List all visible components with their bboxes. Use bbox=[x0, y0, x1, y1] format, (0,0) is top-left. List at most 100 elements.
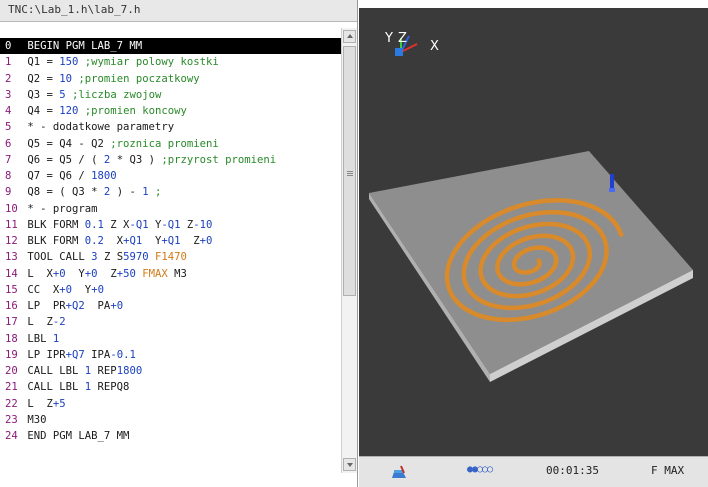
code-line[interactable]: 23 M30 bbox=[0, 412, 341, 428]
code-token: 120 bbox=[59, 105, 79, 117]
code-token: 1 bbox=[52, 332, 60, 345]
code-line[interactable]: 10 * - program bbox=[0, 201, 341, 217]
code-line[interactable]: 7 Q6 = Q5 / ( 2 * Q3 ) ;przyrost promien… bbox=[0, 152, 341, 168]
program-editor-panel: TNC:\Lab_1.h\lab_7.h 0 BEGIN PGM LAB_7 M… bbox=[0, 0, 358, 487]
feed-mode: F MAX bbox=[651, 464, 685, 477]
code-token: Q8 = ( Q3 * bbox=[21, 186, 104, 199]
line-number: 4 bbox=[5, 105, 12, 117]
code-line[interactable]: 24 END PGM LAB_7 MM bbox=[0, 428, 341, 444]
code-line[interactable]: 11 BLK FORM 0.1 Z X-Q1 Y-Q1 Z-10 bbox=[0, 217, 341, 233]
code-token: FMAX bbox=[135, 267, 168, 280]
code-token: L Z bbox=[21, 316, 53, 329]
code-token: BLK FORM bbox=[21, 218, 85, 231]
code-line[interactable]: 8 Q7 = Q6 / 1800 bbox=[0, 168, 341, 184]
code-token: Z bbox=[180, 235, 200, 247]
axis-label-z: Z bbox=[398, 31, 407, 46]
code-token: Q5 = Q4 - Q2 bbox=[21, 137, 111, 150]
code-line[interactable]: 14 L X+0 Y+0 Z+50 FMAX M3 bbox=[0, 266, 341, 282]
line-number: 12 bbox=[5, 235, 18, 247]
scrollbar-grip-icon bbox=[347, 171, 353, 172]
code-line[interactable]: 9 Q8 = ( Q3 * 2 ) - 1 ; bbox=[0, 184, 341, 200]
code-token: Z X bbox=[103, 218, 130, 231]
code-token: +Q7 bbox=[65, 348, 85, 361]
code-token: -2 bbox=[52, 316, 66, 329]
code-token: ) - bbox=[110, 186, 143, 199]
code-line[interactable]: 5 * - dodatkowe parametry bbox=[0, 119, 341, 135]
code-token: Q4 = bbox=[21, 105, 60, 117]
code-token: CALL LBL bbox=[21, 381, 85, 394]
simulation-tool-icon[interactable] bbox=[391, 465, 407, 479]
code-token: -0.1 bbox=[110, 348, 136, 361]
line-number: 6 bbox=[5, 137, 12, 150]
code-line[interactable]: 21 CALL LBL 1 REPQ8 bbox=[0, 379, 341, 395]
code-token: 0.1 bbox=[84, 218, 104, 231]
line-number: 22 bbox=[5, 397, 18, 410]
code-token: 10 bbox=[59, 72, 73, 85]
code-line[interactable]: 15 CC X+0 Y+0 bbox=[0, 282, 341, 298]
code-token: +Q2 bbox=[65, 300, 85, 312]
code-token: Z bbox=[97, 267, 117, 280]
code-token: 1800 bbox=[91, 170, 117, 182]
code-token: Y bbox=[142, 235, 162, 247]
line-number: 7 bbox=[5, 153, 12, 166]
scroll-down-arrow-icon[interactable] bbox=[343, 458, 356, 471]
code-line[interactable]: 4 Q4 = 120 ;promien koncowy bbox=[0, 103, 341, 119]
code-token: L Z bbox=[21, 397, 53, 410]
line-number: 17 bbox=[5, 316, 18, 329]
code-line[interactable]: 22 L Z+5 bbox=[0, 396, 341, 412]
code-token: LP PR bbox=[21, 300, 66, 312]
code-token: END PGM LAB_7 MM bbox=[21, 430, 130, 442]
code-token: Q1 = bbox=[21, 56, 60, 69]
line-number: 20 bbox=[5, 365, 18, 377]
code-token: CC X bbox=[21, 283, 60, 296]
code-line[interactable]: 20 CALL LBL 1 REP1800 bbox=[0, 363, 341, 379]
simulation-3d-viewport[interactable]: Y Z X bbox=[359, 8, 708, 456]
code-token: Q6 = Q5 / ( bbox=[21, 153, 104, 166]
code-token: X bbox=[103, 235, 124, 247]
file-path-bar: TNC:\Lab_1.h\lab_7.h bbox=[0, 0, 357, 22]
code-line[interactable]: 6 Q5 = Q4 - Q2 ;roznica promieni bbox=[0, 136, 341, 152]
scrollbar-thumb[interactable] bbox=[343, 46, 356, 296]
viewport-top-margin bbox=[358, 0, 708, 8]
code-token: +50 bbox=[116, 267, 136, 280]
code-token: Q2 = bbox=[21, 72, 60, 85]
editor-scrollbar[interactable] bbox=[341, 28, 357, 473]
code-line[interactable]: 12 BLK FORM 0.2 X+Q1 Y+Q1 Z+0 bbox=[0, 233, 341, 249]
code-token: TOOL CALL bbox=[21, 251, 92, 264]
line-number: 11 bbox=[5, 218, 18, 231]
code-token: ;promien poczatkowy bbox=[72, 72, 200, 85]
code-token: * - program bbox=[21, 202, 98, 215]
code-line[interactable]: 2 Q2 = 10 ;promien poczatkowy bbox=[0, 71, 341, 87]
line-number: 18 bbox=[5, 332, 18, 345]
code-token: IPA bbox=[84, 348, 111, 361]
line-number: 13 bbox=[5, 251, 18, 264]
code-line[interactable]: 3 Q3 = 5 ;liczba zwojow bbox=[0, 87, 341, 103]
line-number: 24 bbox=[5, 430, 18, 442]
code-line[interactable]: 13 TOOL CALL 3 Z S5970 F1470 bbox=[0, 249, 341, 265]
code-line[interactable]: 1 Q1 = 150 ;wymiar polowy kostki bbox=[0, 54, 341, 70]
line-number: 3 bbox=[5, 88, 12, 101]
code-line[interactable]: 0 BEGIN PGM LAB_7 MM bbox=[0, 38, 341, 55]
code-token: Y bbox=[148, 218, 162, 231]
scroll-up-arrow-icon[interactable] bbox=[343, 30, 356, 43]
code-line[interactable]: 17 L Z-2 bbox=[0, 314, 341, 330]
code-token: BLK FORM bbox=[21, 235, 85, 247]
code-token: REPQ8 bbox=[91, 381, 130, 394]
code-line[interactable]: 19 LP IPR+Q7 IPA-0.1 bbox=[0, 347, 341, 363]
code-token: +0 bbox=[110, 300, 124, 312]
code-token: +Q1 bbox=[123, 235, 143, 247]
code-token: ; bbox=[148, 186, 162, 199]
code-token: 1800 bbox=[116, 365, 143, 377]
line-number: 8 bbox=[5, 170, 12, 182]
progress-dots-indicator: ●●○○○ bbox=[467, 464, 493, 475]
code-token: +Q1 bbox=[161, 235, 181, 247]
code-token: +0 bbox=[199, 235, 213, 247]
code-line[interactable]: 18 LBL 1 bbox=[0, 331, 341, 347]
code-token: Y bbox=[65, 267, 85, 280]
line-number: 19 bbox=[5, 348, 18, 361]
code-token: REP bbox=[91, 365, 117, 377]
code-token: * - dodatkowe parametry bbox=[21, 121, 175, 134]
code-line[interactable]: 16 LP PR+Q2 PA+0 bbox=[0, 298, 341, 314]
code-token: Q3 = bbox=[21, 88, 60, 101]
program-code-listing[interactable]: 0 BEGIN PGM LAB_7 MM 1 Q1 = 150 ;wymiar p… bbox=[0, 38, 341, 444]
